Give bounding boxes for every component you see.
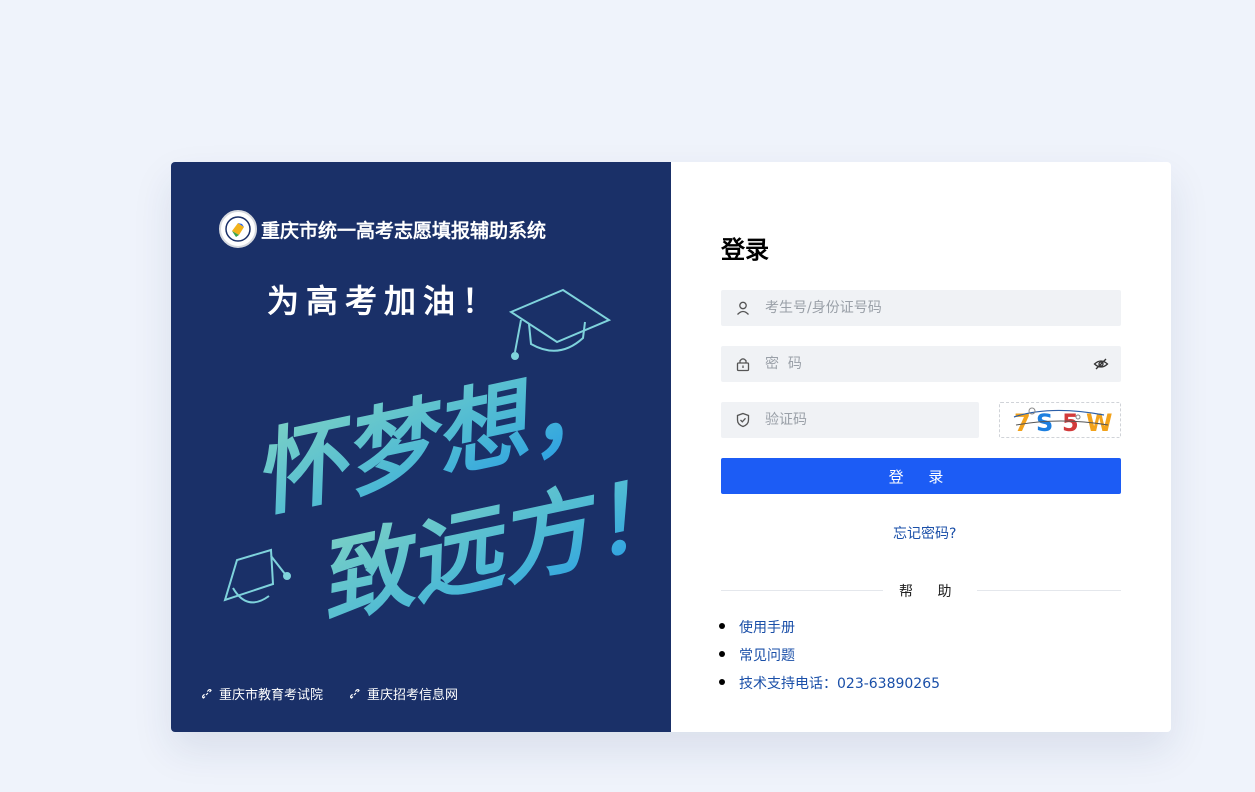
help-link-manual[interactable]: 使用手册 xyxy=(739,620,795,636)
lock-icon xyxy=(736,358,750,372)
promo-panel: 重庆市统一高考志愿填报辅助系统 为高考加油！ 怀梦想， 致远方！ 重庆市教育考试… xyxy=(171,162,671,732)
login-card: 重庆市统一高考志愿填报辅助系统 为高考加油！ 怀梦想， 致远方！ 重庆市教育考试… xyxy=(171,162,1171,732)
link-icon xyxy=(202,688,212,699)
shield-check-icon xyxy=(736,412,750,428)
login-panel: 登录 考生号/身份证号码 验证码 7 S 5 W 登 录 忘记密码? 帮 助 使… xyxy=(671,162,1171,732)
calligraphy-art: 怀梦想， 致远方！ xyxy=(223,288,651,637)
brand-header: 重庆市统一高考志愿填报辅助系统 xyxy=(219,210,546,248)
grad-cap-icon xyxy=(508,288,612,360)
login-title: 登录 xyxy=(721,236,769,264)
user-icon xyxy=(737,301,749,315)
svg-text:S: S xyxy=(1036,409,1053,437)
help-link-faq[interactable]: 常见问题 xyxy=(739,648,795,664)
footer-links: 重庆市教育考试院 重庆招考信息网 xyxy=(201,684,458,703)
help-link-support-phone[interactable]: 技术支持电话：023-63890265 xyxy=(739,676,940,692)
username-input[interactable] xyxy=(765,290,1121,326)
list-item: 常见问题 xyxy=(718,644,940,672)
link-label: 重庆招考信息网 xyxy=(367,688,459,703)
svg-text:5: 5 xyxy=(1062,409,1079,437)
username-field xyxy=(721,290,1121,326)
system-title: 重庆市统一高考志愿填报辅助系统 xyxy=(261,219,547,242)
list-item: 技术支持电话：023-63890265 xyxy=(718,672,940,700)
list-item: 使用手册 xyxy=(718,616,940,644)
help-title: 帮 助 xyxy=(883,581,978,601)
password-field xyxy=(721,346,1121,382)
forgot-password-link[interactable]: 忘记密码? xyxy=(893,523,956,543)
captcha-image[interactable]: 7 S 5 W xyxy=(999,402,1121,438)
help-list: 使用手册 常见问题 技术支持电话：023-63890265 xyxy=(718,616,940,700)
login-button[interactable]: 登 录 xyxy=(721,458,1121,494)
password-input[interactable] xyxy=(765,346,1093,382)
logo-icon xyxy=(219,210,257,248)
link-exam-institute[interactable]: 重庆市教育考试院 xyxy=(201,684,323,703)
grad-cap-icon xyxy=(223,548,291,604)
eye-off-icon[interactable] xyxy=(1093,356,1109,372)
captcha-field xyxy=(721,402,979,438)
captcha-input[interactable] xyxy=(765,402,979,438)
link-icon xyxy=(350,688,360,699)
link-label: 重庆市教育考试院 xyxy=(219,688,324,703)
link-admission-info[interactable]: 重庆招考信息网 xyxy=(349,684,458,703)
